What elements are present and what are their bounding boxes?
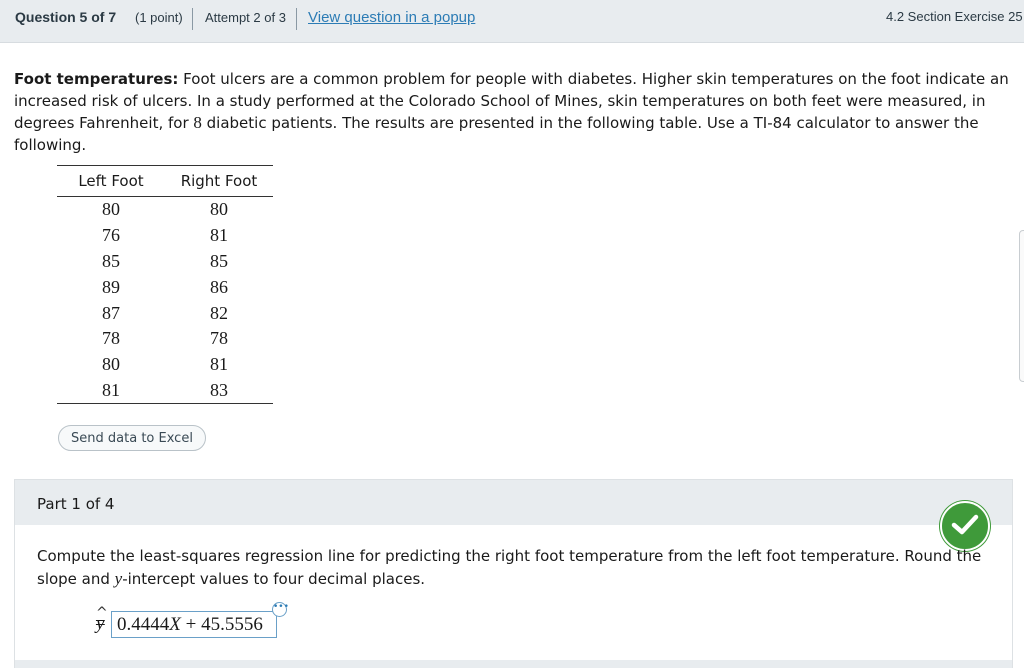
left-foot-cell: 78 <box>102 328 120 349</box>
question-points: (1 point) <box>135 10 183 25</box>
right-foot-cell: 81 <box>210 354 228 375</box>
table-row: 78 78 <box>57 326 273 352</box>
table-row: 81 83 <box>57 377 273 405</box>
left-foot-cell: 76 <box>102 225 120 246</box>
column-header-right-foot: Right Foot <box>165 165 273 197</box>
answer-slope: 0.4444 <box>117 614 170 635</box>
left-foot-cell: 89 <box>102 276 120 297</box>
left-foot-cell: 80 <box>102 199 120 220</box>
sample-size: 8 <box>193 113 202 132</box>
column-header-left-foot: Left Foot <box>57 165 165 197</box>
table-row: 87 82 <box>57 300 273 326</box>
scrollbar[interactable] <box>1019 230 1024 382</box>
right-foot-cell: 81 <box>210 225 228 246</box>
part-panel: Part 1 of 4 Compute the least-squares re… <box>14 479 1013 668</box>
send-to-excel-button[interactable]: Send data to Excel <box>58 425 206 451</box>
question-text: Foot temperatures: Foot ulcers are a com… <box>14 69 1012 156</box>
table-row: 76 81 <box>57 223 273 249</box>
left-foot-cell: 81 <box>57 377 165 405</box>
answer-variable: X <box>169 614 181 635</box>
question-title: Foot temperatures: <box>14 70 179 88</box>
left-foot-cell: 85 <box>102 250 120 271</box>
left-foot-cell: 80 <box>102 354 120 375</box>
right-foot-cell: 78 <box>210 328 228 349</box>
checkmark-icon <box>940 501 990 551</box>
divider <box>296 8 297 30</box>
part-header: Part 1 of 4 <box>15 480 1012 525</box>
equals-sign: = <box>95 613 106 634</box>
attempt-count: Attempt 2 of 3 <box>205 10 286 25</box>
view-popup-link[interactable]: View question in a popup <box>308 9 475 26</box>
right-foot-cell: 86 <box>210 276 228 297</box>
divider <box>192 8 193 30</box>
answer-intercept: + 45.5556 <box>180 614 263 635</box>
question-header: Question 5 of 7 (1 point) Attempt 2 of 3… <box>0 0 1024 43</box>
table-row: 89 86 <box>57 274 273 300</box>
table-row: 80 80 <box>57 197 273 223</box>
part-prompt: Compute the least-squares regression lin… <box>37 545 992 590</box>
right-foot-cell: 85 <box>210 250 228 271</box>
answer-input[interactable]: 0.4444X + 45.5556 <box>111 611 277 638</box>
section-label: 4.2 Section Exercise 25 <box>886 9 1023 24</box>
table-row: 80 81 <box>57 352 273 378</box>
table-header-row: Left Foot Right Foot <box>57 165 273 197</box>
right-foot-cell: 80 <box>210 199 228 220</box>
table-row: 85 85 <box>57 249 273 275</box>
part-title: Part 1 of 4 <box>37 495 115 513</box>
right-foot-cell: 83 <box>165 377 273 405</box>
left-foot-cell: 87 <box>102 302 120 323</box>
more-options-icon[interactable]: ••• <box>272 602 289 617</box>
data-table: Left Foot Right Foot 80 80 76 81 85 85 89 86… <box>57 165 273 405</box>
question-number: Question 5 of 7 <box>15 9 117 25</box>
right-foot-cell: 82 <box>210 302 228 323</box>
prompt-text-2: -intercept values to four decimal places… <box>122 569 426 588</box>
